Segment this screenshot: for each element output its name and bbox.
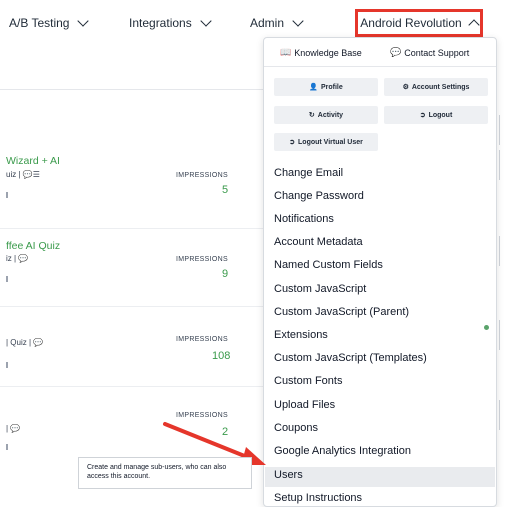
arrow-annotation	[163, 422, 266, 465]
users-tooltip: Create and manage sub-users, who can als…	[78, 457, 252, 489]
